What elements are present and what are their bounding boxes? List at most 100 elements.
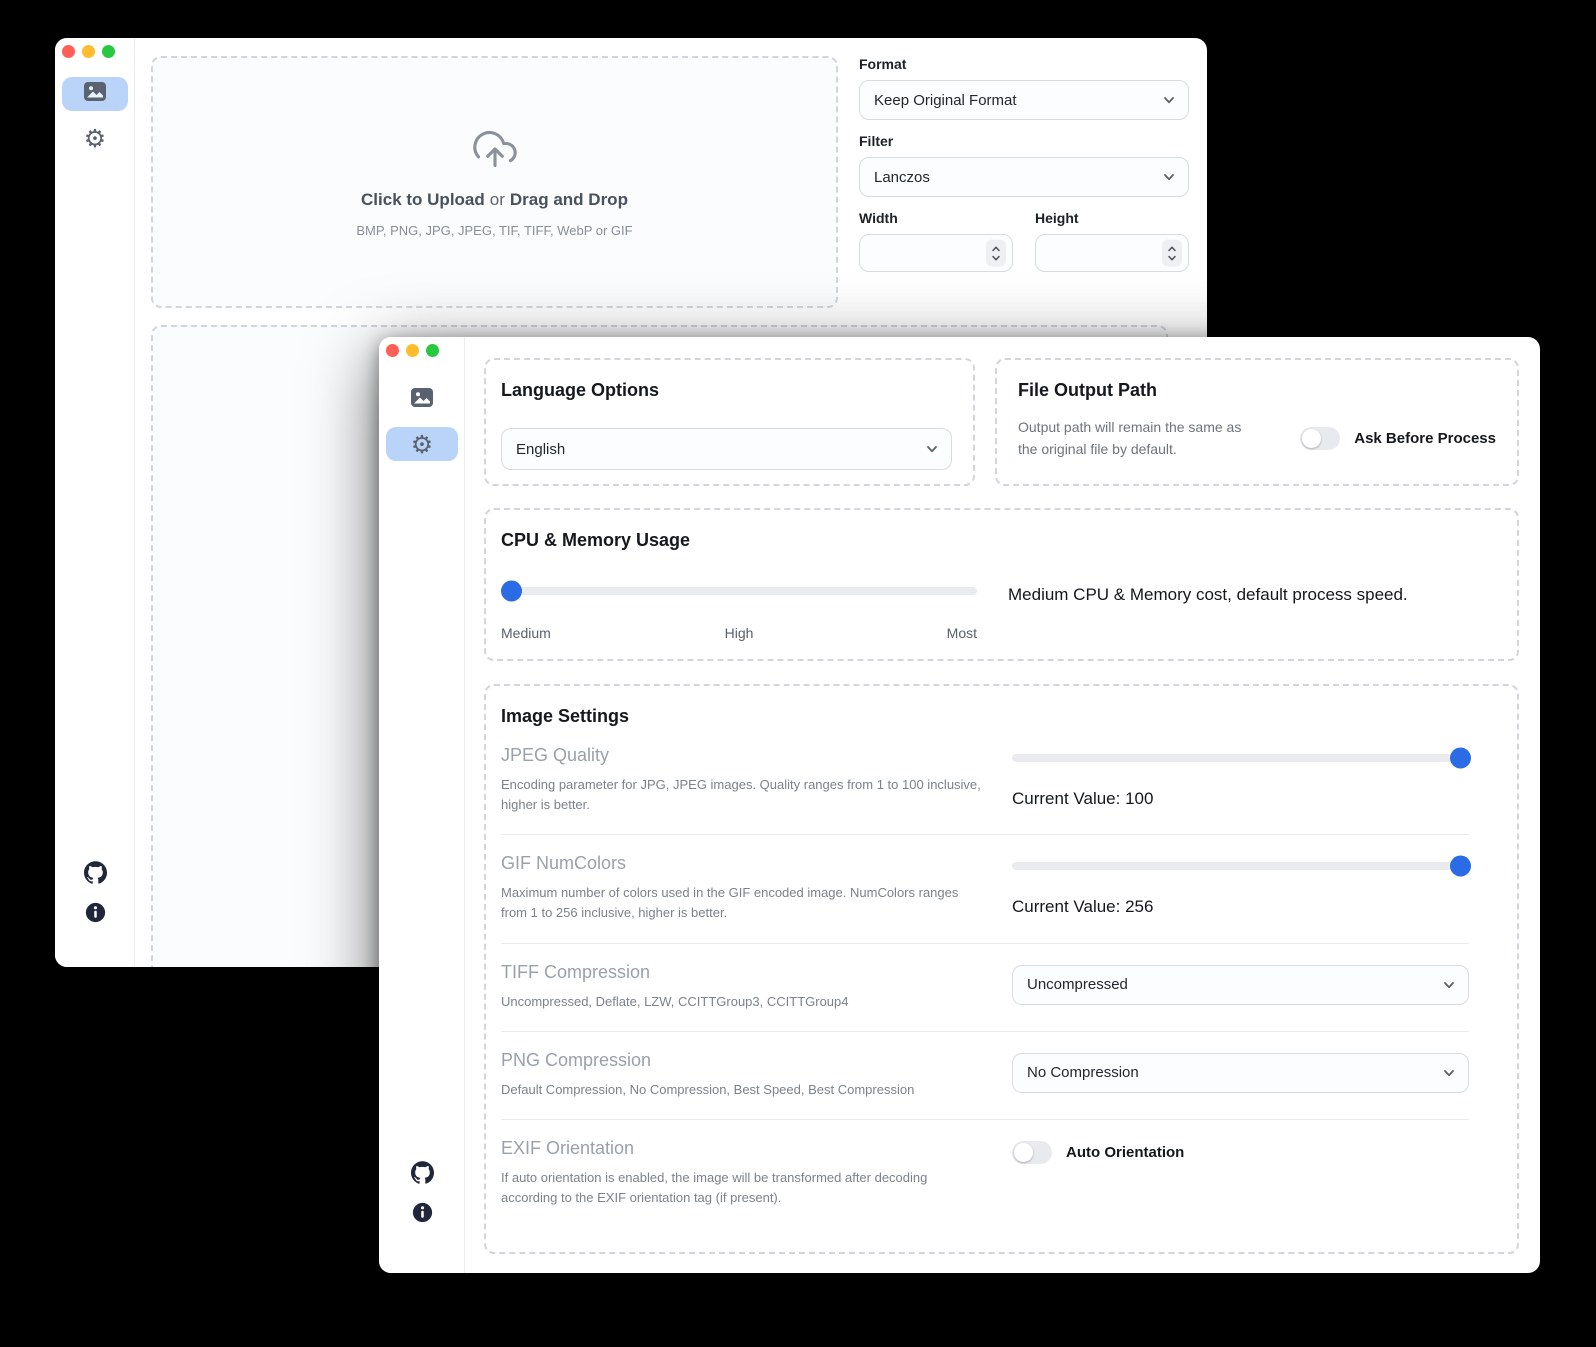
output-path-description: Output path will remain the same as the … [1018, 416, 1256, 461]
height-label: Height [1035, 210, 1189, 226]
jpeg-quality-current-value: Current Value: 100 [1012, 789, 1469, 809]
tiff-compression-select[interactable]: Uncompressed [1012, 965, 1469, 1005]
jpeg-quality-row: JPEG Quality Encoding parameter for JPG,… [501, 727, 1469, 834]
gif-numcolors-description: Maximum number of colors used in the GIF… [501, 883, 981, 923]
about-button[interactable] [55, 902, 135, 928]
filter-select[interactable]: Lanczos [859, 157, 1189, 197]
width-stepper[interactable] [986, 240, 1006, 267]
about-button[interactable] [379, 1202, 465, 1228]
window-controls [62, 45, 115, 58]
format-label: Format [859, 56, 1189, 72]
gear-icon: ⚙ [411, 432, 433, 457]
gif-numcolors-slider-thumb[interactable] [1450, 856, 1471, 877]
close-button[interactable] [386, 344, 399, 357]
close-button[interactable] [62, 45, 75, 58]
minimize-button[interactable] [82, 45, 95, 58]
tiff-compression-row: TIFF Compression Uncompressed, Deflate, … [501, 943, 1469, 1031]
auto-orientation-label: Auto Orientation [1066, 1144, 1184, 1161]
image-icon [411, 388, 433, 412]
filter-select-value: Lanczos [874, 169, 930, 186]
github-link[interactable] [379, 1161, 465, 1189]
zoom-button[interactable] [426, 344, 439, 357]
ask-before-process-toggle[interactable] [1300, 427, 1340, 450]
jpeg-quality-description: Encoding parameter for JPG, JPEG images.… [501, 775, 981, 815]
cpu-memory-slider[interactable] [501, 587, 977, 595]
tick-most: Most [947, 625, 977, 641]
chevron-down-icon [1442, 978, 1456, 992]
language-select-value: English [516, 441, 565, 458]
window-controls [386, 344, 439, 357]
png-compression-row: PNG Compression Default Compression, No … [501, 1031, 1469, 1119]
cpu-memory-title: CPU & Memory Usage [501, 530, 1496, 551]
gif-numcolors-title: GIF NumColors [501, 853, 981, 874]
info-icon [85, 902, 106, 928]
ask-before-process-label: Ask Before Process [1354, 430, 1496, 447]
sidebar: ⚙ [379, 337, 465, 1273]
tick-high: High [725, 625, 754, 641]
image-settings-title: Image Settings [501, 686, 1469, 727]
gear-icon: ⚙ [84, 126, 106, 151]
sidebar-item-images[interactable] [386, 383, 458, 417]
chevron-down-icon [1442, 1066, 1456, 1080]
image-settings-panel: Image Settings JPEG Quality Encoding par… [484, 684, 1519, 1254]
upload-title-or: or [490, 190, 505, 209]
minimize-button[interactable] [406, 344, 419, 357]
png-compression-value: No Compression [1027, 1064, 1139, 1081]
zoom-button[interactable] [102, 45, 115, 58]
filter-label: Filter [859, 133, 1189, 149]
sidebar-item-settings[interactable]: ⚙ [386, 427, 458, 461]
gif-numcolors-slider[interactable] [1012, 862, 1469, 870]
upload-title-drag: Drag and Drop [510, 190, 628, 209]
github-link[interactable] [55, 861, 135, 889]
height-input[interactable] [1035, 234, 1189, 272]
chevron-down-icon [925, 442, 939, 456]
gif-numcolors-current-value: Current Value: 256 [1012, 897, 1469, 917]
chevron-down-icon [1162, 93, 1176, 107]
format-select-value: Keep Original Format [874, 92, 1017, 109]
upload-title-click: Click to Upload [361, 190, 485, 209]
cpu-memory-status: Medium CPU & Memory cost, default proces… [1008, 585, 1408, 643]
tick-medium: Medium [501, 625, 551, 641]
jpeg-quality-slider[interactable] [1012, 754, 1469, 762]
upload-dropzone[interactable]: Click to Upload or Drag and Drop BMP, PNG,… [151, 56, 838, 308]
exif-orientation-row: EXIF Orientation If auto orientation is … [501, 1119, 1469, 1227]
exif-orientation-title: EXIF Orientation [501, 1138, 981, 1159]
language-options-panel: Language Options English [484, 358, 975, 486]
png-compression-select[interactable]: No Compression [1012, 1053, 1469, 1093]
language-options-title: Language Options [501, 380, 952, 401]
gif-numcolors-row: GIF NumColors Maximum number of colors u… [501, 834, 1469, 942]
file-output-path-panel: File Output Path Output path will remain… [995, 358, 1519, 486]
image-icon [84, 82, 106, 106]
width-input[interactable] [859, 234, 1013, 272]
upload-cloud-icon [471, 127, 519, 176]
github-icon [411, 1161, 434, 1189]
settings-window: ⚙ Language Options English File Output P… [379, 337, 1540, 1273]
upload-formats-hint: BMP, PNG, JPG, JPEG, TIF, TIFF, WebP or … [356, 223, 632, 238]
cpu-memory-slider-thumb[interactable] [501, 581, 522, 602]
toggle-knob [1302, 429, 1321, 448]
language-select[interactable]: English [501, 428, 952, 470]
tiff-compression-description: Uncompressed, Deflate, LZW, CCITTGroup3,… [501, 992, 981, 1012]
toggle-knob [1014, 1143, 1033, 1162]
exif-orientation-description: If auto orientation is enabled, the imag… [501, 1168, 981, 1208]
auto-orientation-toggle[interactable] [1012, 1141, 1052, 1164]
jpeg-quality-slider-thumb[interactable] [1450, 748, 1471, 769]
upload-title: Click to Upload or Drag and Drop [361, 190, 628, 210]
cpu-memory-panel: CPU & Memory Usage Medium High Most Medi… [484, 508, 1519, 661]
tiff-compression-title: TIFF Compression [501, 962, 981, 983]
height-stepper[interactable] [1162, 240, 1182, 267]
format-select[interactable]: Keep Original Format [859, 80, 1189, 120]
sidebar-item-images[interactable] [62, 77, 128, 111]
jpeg-quality-title: JPEG Quality [501, 745, 981, 766]
png-compression-description: Default Compression, No Compression, Bes… [501, 1080, 981, 1100]
width-label: Width [859, 210, 1013, 226]
conversion-options-panel: Format Keep Original Format Filter Lancz… [859, 56, 1189, 272]
sidebar: ⚙ [55, 38, 135, 967]
png-compression-title: PNG Compression [501, 1050, 981, 1071]
tiff-compression-value: Uncompressed [1027, 976, 1128, 993]
github-icon [84, 861, 107, 889]
chevron-down-icon [1162, 170, 1176, 184]
sidebar-item-settings[interactable]: ⚙ [62, 121, 128, 155]
cpu-memory-tick-labels: Medium High Most [501, 625, 977, 643]
file-output-path-title: File Output Path [1018, 380, 1496, 401]
